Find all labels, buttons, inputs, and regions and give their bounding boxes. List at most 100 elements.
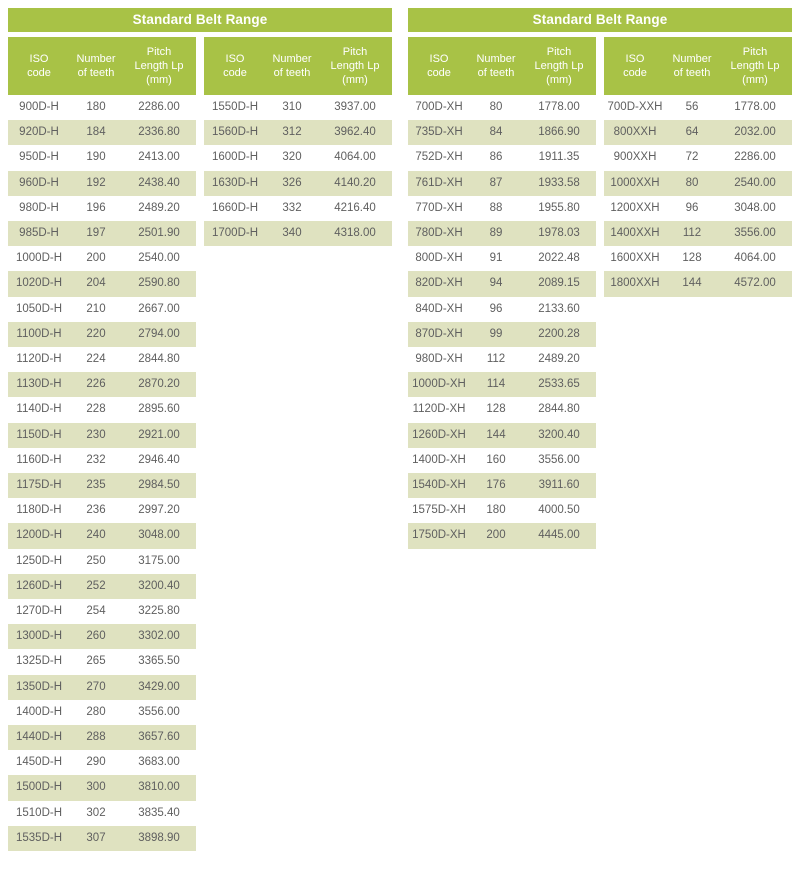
cell-iso-code: 1120D-XH [408, 397, 470, 423]
table-row: 1800XXH 144 4572.00 [604, 271, 792, 297]
table-row: 1535D-H 307 3898.90 [8, 825, 196, 852]
table-row: 1140D-H 228 2895.60 [8, 397, 196, 423]
table-row: 1450D-H 290 3683.00 [8, 750, 196, 776]
cell-iso-code: 700D-XXH [604, 95, 666, 121]
cell-number-of-teeth: 200 [470, 523, 522, 549]
cell-number-of-teeth: 220 [70, 321, 122, 348]
cell-pitch-length: 3048.00 [718, 195, 792, 222]
cell-number-of-teeth: 236 [70, 498, 122, 524]
cell-iso-code: 985D-H [8, 221, 70, 247]
column-header-number-of-teeth: Number of teeth [470, 37, 522, 95]
cell-iso-code: 1600D-H [204, 145, 266, 171]
cell-number-of-teeth: 64 [666, 120, 718, 146]
cell-number-of-teeth: 144 [666, 271, 718, 297]
column-header-iso-code-line: ISO [625, 53, 645, 65]
table-row: 735D-XH 84 1866.90 [408, 120, 596, 146]
table-row: 980D-H 196 2489.20 [8, 195, 196, 222]
cell-pitch-length: 2667.00 [122, 296, 196, 322]
cell-pitch-length: 2921.00 [122, 422, 196, 448]
table-row: 1250D-H 250 3175.00 [8, 548, 196, 574]
cell-pitch-length: 2089.15 [522, 271, 596, 297]
table-row: 1100D-H 220 2794.00 [8, 321, 196, 348]
table-row: 1160D-H 232 2946.40 [8, 447, 196, 474]
cell-pitch-length: 1866.90 [522, 120, 596, 146]
cell-pitch-length: 3683.00 [122, 750, 196, 776]
column-header-pitch-length: Pitch Length Lp (mm) [522, 37, 596, 95]
cell-pitch-length: 2286.00 [122, 95, 196, 121]
cell-iso-code: 1660D-H [204, 195, 266, 222]
cell-number-of-teeth: 210 [70, 296, 122, 322]
cell-number-of-teeth: 320 [266, 145, 318, 171]
table-row: 1750D-XH 200 4445.00 [408, 523, 596, 549]
table-row: 1600XXH 128 4064.00 [604, 246, 792, 272]
cell-number-of-teeth: 226 [70, 372, 122, 398]
cell-number-of-teeth: 196 [70, 195, 122, 222]
cell-number-of-teeth: 310 [266, 95, 318, 121]
table-row: 1550D-H 310 3937.00 [204, 95, 392, 121]
cell-pitch-length: 3898.90 [122, 825, 196, 852]
table-row: 1260D-H 252 3200.40 [8, 573, 196, 600]
cell-number-of-teeth: 180 [470, 498, 522, 524]
belt-range-table: ISO code Number of teeth Pitch Length Lp (mm) 7… [604, 37, 792, 297]
table-row: 1325D-H 265 3365.50 [8, 649, 196, 675]
cell-number-of-teeth: 224 [70, 347, 122, 373]
table-row: 1200XXH 96 3048.00 [604, 195, 792, 222]
cell-pitch-length: 3556.00 [522, 447, 596, 474]
column-header-pitch-length-line: Pitch [146, 46, 172, 58]
column-header-pitch-length-line: Length Lp [134, 60, 184, 72]
cell-pitch-length: 2200.28 [522, 321, 596, 348]
cell-number-of-teeth: 80 [666, 170, 718, 196]
column-header-number-of-teeth-line: of teeth [77, 67, 115, 79]
cell-number-of-teeth: 204 [70, 271, 122, 297]
column-header-pitch-length-line: (mm) [742, 74, 768, 86]
table-row: 1660D-H 332 4216.40 [204, 195, 392, 222]
cell-number-of-teeth: 89 [470, 221, 522, 247]
table-row: 1510D-H 302 3835.40 [8, 800, 196, 826]
cell-pitch-length: 3048.00 [122, 523, 196, 549]
table-row: 870D-XH 99 2200.28 [408, 321, 596, 348]
cell-number-of-teeth: 128 [666, 246, 718, 272]
cell-pitch-length: 1978.03 [522, 221, 596, 247]
cell-pitch-length: 3937.00 [318, 95, 392, 121]
cell-pitch-length: 4572.00 [718, 271, 792, 297]
table-row: 1700D-H 340 4318.00 [204, 221, 392, 247]
cell-iso-code: 980D-H [8, 195, 70, 222]
cell-pitch-length: 3200.40 [122, 573, 196, 600]
table-row: 900D-H 180 2286.00 [8, 95, 196, 121]
table-row: 1440D-H 288 3657.60 [8, 725, 196, 751]
table-row: 1000D-XH 114 2533.65 [408, 372, 596, 398]
cell-iso-code: 1140D-H [8, 397, 70, 423]
cell-number-of-teeth: 200 [70, 246, 122, 272]
table-row: 1300D-H 260 3302.00 [8, 624, 196, 650]
cell-pitch-length: 1778.00 [522, 95, 596, 121]
table-row: 1120D-XH 128 2844.80 [408, 397, 596, 423]
column-header-number-of-teeth-line: Number [76, 53, 116, 65]
cell-iso-code: 900D-H [8, 95, 70, 121]
table-row: 950D-H 190 2413.00 [8, 145, 196, 171]
cell-iso-code: 1260D-H [8, 573, 70, 600]
cell-number-of-teeth: 307 [70, 825, 122, 852]
cell-iso-code: 1120D-H [8, 347, 70, 373]
cell-number-of-teeth: 96 [470, 296, 522, 322]
cell-iso-code: 1160D-H [8, 447, 70, 474]
cell-iso-code: 980D-XH [408, 347, 470, 373]
cell-number-of-teeth: 87 [470, 170, 522, 196]
column-header-number-of-teeth-line: of teeth [477, 67, 515, 79]
column-header-pitch-length-line: (mm) [146, 74, 172, 86]
cell-iso-code: 800XXH [604, 120, 666, 146]
cell-iso-code: 1400D-H [8, 699, 70, 726]
cell-iso-code: 1250D-H [8, 548, 70, 574]
cell-pitch-length: 1933.58 [522, 170, 596, 196]
cell-pitch-length: 2286.00 [718, 145, 792, 171]
cell-iso-code: 1535D-H [8, 825, 70, 852]
column-header-iso-code: ISO code [204, 37, 266, 95]
cell-pitch-length: 4216.40 [318, 195, 392, 222]
cell-iso-code: 1000XXH [604, 170, 666, 196]
cell-iso-code: 1350D-H [8, 674, 70, 700]
cell-pitch-length: 2501.90 [122, 221, 196, 247]
cell-iso-code: 1150D-H [8, 422, 70, 448]
cell-iso-code: 1175D-H [8, 473, 70, 499]
table-header-row: ISO code Number of teeth Pitch Length Lp (mm) [204, 37, 392, 95]
cell-number-of-teeth: 232 [70, 447, 122, 474]
table-row: 1630D-H 326 4140.20 [204, 170, 392, 196]
